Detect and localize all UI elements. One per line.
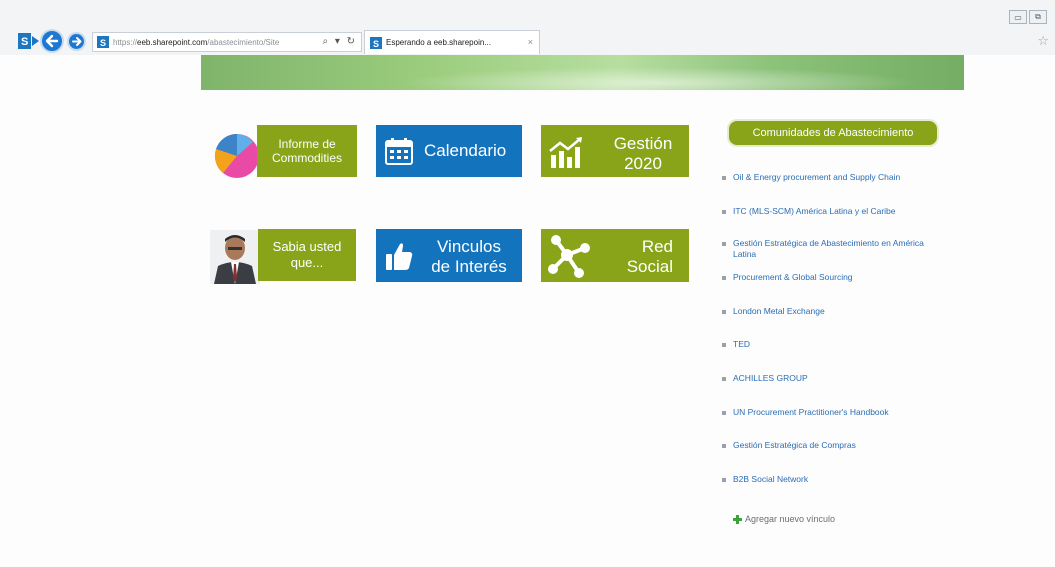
- svg-text:S: S: [373, 39, 379, 49]
- browser-chrome: S S https://eeb.sharepoint.com/abastecim…: [0, 0, 1055, 55]
- community-link[interactable]: B2B Social Network: [733, 474, 808, 485]
- address-actions[interactable]: ⌕ ▾ ↻: [322, 36, 357, 47]
- community-link[interactable]: Gestión Estratégica de Compras: [733, 440, 856, 451]
- community-link[interactable]: ITC (MLS-SCM) América Latina y el Caribe: [733, 206, 896, 217]
- arrow-left-icon: [45, 34, 59, 48]
- bullet-icon: [722, 377, 726, 381]
- window-buttons: ▭ ⧉: [1009, 10, 1047, 24]
- arrow-right-icon: [72, 37, 82, 46]
- list-item[interactable]: Gestión Estratégica de Abastecimiento en…: [720, 238, 945, 260]
- bullet-icon: [722, 411, 726, 415]
- svg-text:S: S: [21, 36, 28, 48]
- commodities-label: Informe de Commodities: [271, 137, 343, 165]
- list-item[interactable]: ITC (MLS-SCM) América Latina y el Caribe: [720, 206, 960, 217]
- network-icon: [548, 235, 590, 278]
- page: S S https://eeb.sharepoint.com/abastecim…: [0, 0, 1055, 567]
- tab-title: Esperando a eeb.sharepoin...: [386, 38, 491, 47]
- gestion-tile[interactable]: Gestión 2020: [541, 125, 689, 177]
- bullet-icon: [722, 242, 726, 246]
- address-domain: eeb.sharepoint.com: [137, 37, 208, 47]
- header-banner: [201, 55, 964, 90]
- list-item[interactable]: Procurement & Global Sourcing: [720, 272, 960, 283]
- list-item[interactable]: Oil & Energy procurement and Supply Chai…: [720, 172, 960, 183]
- add-link-label: Agregar nuevo vínculo: [745, 514, 836, 524]
- community-link[interactable]: London Metal Exchange: [733, 306, 825, 317]
- list-item[interactable]: ACHILLES GROUP: [720, 373, 960, 384]
- commodities-tile[interactable]: Informe de Commodities: [257, 125, 357, 177]
- bullet-icon: [722, 210, 726, 214]
- svg-text:S: S: [100, 38, 106, 48]
- back-button[interactable]: [40, 29, 64, 53]
- address-bar[interactable]: S https://eeb.sharepoint.com/abastecimie…: [92, 32, 362, 52]
- forward-button[interactable]: [67, 32, 86, 51]
- gestion-label: Gestión 2020: [613, 134, 673, 173]
- community-link[interactable]: Procurement & Global Sourcing: [733, 272, 853, 283]
- calendario-label: Calendario: [424, 141, 507, 160]
- minimize-button[interactable]: ▭: [1009, 10, 1027, 24]
- red-social-tile[interactable]: Red Social: [541, 229, 689, 282]
- bullet-icon: [722, 478, 726, 482]
- browser-tab[interactable]: S Esperando a eeb.sharepoin... ×: [364, 30, 540, 54]
- pie-chart-icon: [214, 133, 259, 178]
- list-item[interactable]: B2B Social Network: [720, 474, 960, 485]
- thumbs-up-icon: [386, 243, 413, 270]
- bullet-icon: [722, 444, 726, 448]
- vinculos-label: Vinculos de Interés: [431, 237, 507, 276]
- bullet-icon: [722, 276, 726, 280]
- communities-header: Comunidades de Abastecimiento: [729, 121, 937, 145]
- site-favicon-icon: S: [97, 36, 109, 48]
- favorites-star-icon[interactable]: ☆: [1037, 33, 1049, 49]
- plus-icon: [733, 514, 742, 524]
- restore-button[interactable]: ⧉: [1029, 10, 1047, 24]
- calendario-tile[interactable]: Calendario: [376, 125, 522, 177]
- sharepoint-logo-icon: S: [18, 33, 39, 49]
- red-social-label: Red Social: [626, 237, 673, 276]
- growth-chart-icon: [549, 137, 582, 168]
- bullet-icon: [722, 343, 726, 347]
- tab-close-icon[interactable]: ×: [528, 37, 533, 47]
- calendar-icon: [385, 138, 413, 165]
- tab-favicon-icon: S: [370, 36, 382, 49]
- list-item[interactable]: Gestión Estratégica de Compras: [720, 440, 960, 451]
- community-link[interactable]: Gestión Estratégica de Abastecimiento en…: [733, 238, 945, 260]
- list-item[interactable]: TED: [720, 339, 960, 350]
- add-link-button[interactable]: Agregar nuevo vínculo: [733, 514, 835, 524]
- community-link[interactable]: Oil & Energy procurement and Supply Chai…: [733, 172, 900, 183]
- community-link[interactable]: ACHILLES GROUP: [733, 373, 808, 384]
- address-prefix: https://: [113, 37, 138, 47]
- sabia-usted-label: Sabia usted que...: [272, 239, 342, 270]
- list-item[interactable]: London Metal Exchange: [720, 306, 960, 317]
- vinculos-tile[interactable]: Vinculos de Interés: [376, 229, 522, 282]
- bullet-icon: [722, 176, 726, 180]
- community-link[interactable]: TED: [733, 339, 750, 350]
- community-link[interactable]: UN Procurement Practitioner's Handbook: [733, 407, 889, 418]
- address-path: /abastecimiento/Site: [207, 37, 280, 47]
- list-item[interactable]: UN Procurement Practitioner's Handbook: [720, 407, 960, 418]
- sabia-usted-tile[interactable]: Sabia usted que...: [258, 229, 356, 281]
- person-icon: [210, 230, 260, 284]
- person-photo: [210, 230, 260, 284]
- bullet-icon: [722, 310, 726, 314]
